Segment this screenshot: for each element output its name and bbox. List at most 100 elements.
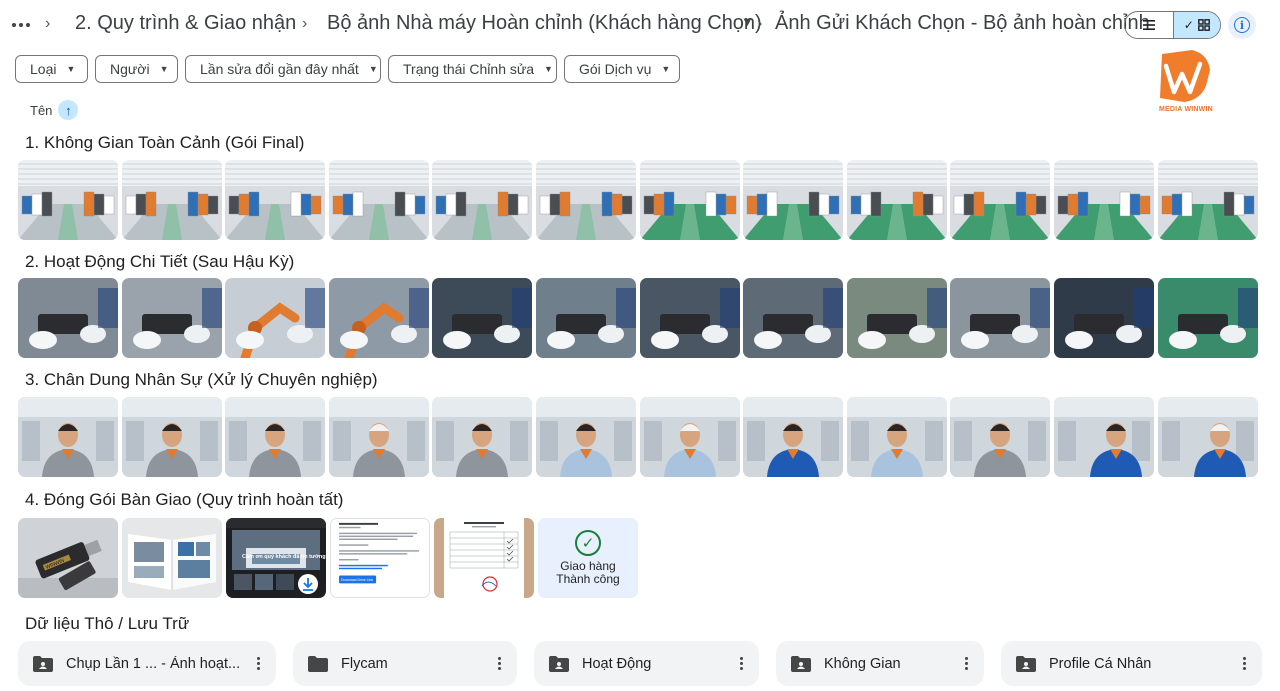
shared-folder-icon <box>791 655 811 672</box>
filter-label: Loại <box>30 61 57 77</box>
panorama-photo[interactable] <box>328 160 429 240</box>
folder-activity[interactable]: Hoạt Động <box>534 641 759 686</box>
sort-control[interactable]: Tên ↑ <box>30 100 79 120</box>
activity-photo[interactable] <box>225 278 326 358</box>
activity-photo[interactable] <box>1157 278 1258 358</box>
activity-photo[interactable] <box>950 278 1051 358</box>
more-vert-icon[interactable] <box>729 655 753 671</box>
filter-type[interactable]: Loại ▼ <box>15 55 88 83</box>
portrait-photo[interactable] <box>225 397 326 477</box>
panorama-photo[interactable] <box>432 160 533 240</box>
filter-label: Gói Dịch vụ <box>579 61 652 77</box>
photobook-thumbnail[interactable] <box>122 518 222 598</box>
panorama-photo[interactable] <box>846 160 947 240</box>
usb-drive-thumbnail[interactable]: WINWIN <box>18 518 118 598</box>
portrait-photo[interactable] <box>639 397 740 477</box>
filter-label: Lần sửa đổi gần đây nhất <box>200 61 359 77</box>
email-document-thumbnail[interactable]: Download Drive Link <box>330 518 430 598</box>
sort-label: Tên <box>30 102 53 118</box>
portrait-photo[interactable] <box>121 397 222 477</box>
activity-photo[interactable] <box>846 278 947 358</box>
activity-photo[interactable] <box>1054 278 1154 358</box>
portrait-photo[interactable] <box>536 397 636 477</box>
activity-photo[interactable] <box>639 278 740 358</box>
info-button[interactable]: i <box>1228 11 1256 39</box>
portrait-photo[interactable] <box>18 397 118 477</box>
portrait-photo[interactable] <box>432 397 533 477</box>
shared-folder-icon <box>33 655 53 672</box>
list-icon <box>1142 20 1155 30</box>
breadcrumb-chevron-icon: › <box>302 15 308 32</box>
section-title-portraits: 3. Chân Dung Nhân Sự (Xử lý Chuyên nghiệ… <box>25 370 378 389</box>
activity-photo[interactable] <box>121 278 222 358</box>
caret-down-icon: ▼ <box>544 64 553 74</box>
filter-modified[interactable]: Lần sửa đổi gần đây nhất ▼ <box>185 55 381 83</box>
portrait-photo[interactable] <box>743 397 844 477</box>
folder-name: Flycam <box>341 655 388 672</box>
portrait-photo[interactable] <box>1157 397 1258 477</box>
activity-photo[interactable] <box>432 278 533 358</box>
panorama-photo[interactable] <box>1054 160 1154 240</box>
folder-icon <box>308 655 328 672</box>
grid-icon <box>1197 19 1210 31</box>
panorama-photo[interactable] <box>1157 160 1258 240</box>
shared-folder-icon <box>549 655 569 672</box>
portrait-photo[interactable] <box>328 397 429 477</box>
winwin-logo-mark <box>1160 50 1210 102</box>
breadcrumb-dropdown-icon[interactable]: ▼ <box>741 14 754 29</box>
panorama-photo[interactable] <box>18 160 118 240</box>
folder-space[interactable]: Không Gian <box>776 641 984 686</box>
brand-logo: MEDIA WINWIN <box>1156 48 1216 118</box>
activity-photo[interactable] <box>328 278 429 358</box>
delivery-success-tile[interactable]: ✓ Giao hàng Thành công <box>538 518 638 598</box>
info-icon: i <box>1234 17 1250 33</box>
panorama-photo[interactable] <box>121 160 222 240</box>
activity-photo[interactable] <box>743 278 844 358</box>
folder-name: Profile Cá Nhân <box>1049 655 1152 672</box>
activity-photo[interactable] <box>18 278 118 358</box>
success-line-2: Thành công <box>556 572 620 586</box>
check-icon: ✓ <box>1183 18 1194 32</box>
folder-shoot-1[interactable]: Chụp Lần 1 ... - Ảnh hoạt... <box>18 641 276 686</box>
shared-folder-icon <box>1016 655 1036 672</box>
sort-ascending-icon[interactable]: ↑ <box>58 100 79 120</box>
caret-down-icon: ▼ <box>66 64 76 74</box>
handover-certificate-thumbnail[interactable] <box>434 518 534 598</box>
more-vert-icon[interactable] <box>487 655 511 671</box>
top-bar: › 2. Quy trình & Giao nhận › Bộ ảnh Nhà … <box>0 0 1280 50</box>
more-vert-icon[interactable] <box>246 655 270 671</box>
breadcrumb-item-factory-set[interactable]: Bộ ảnh Nhà máy Hoàn chỉnh (Khách hàng Ch… <box>327 12 762 35</box>
panorama-photo[interactable] <box>743 160 844 240</box>
breadcrumb-item-current: Ảnh Gửi Khách Chọn - Bộ ảnh hoàn chỉnh <box>775 12 1150 34</box>
filter-label: Trạng thái Chỉnh sửa <box>403 61 535 77</box>
grid-view-button[interactable]: ✓ <box>1172 12 1220 38</box>
phone-thank-you-thumbnail[interactable]: Cảm ơn quý khách đã tin tưởng <box>226 518 326 598</box>
panorama-photo[interactable] <box>950 160 1051 240</box>
panorama-photo[interactable] <box>536 160 636 240</box>
list-view-button[interactable] <box>1125 12 1173 38</box>
caret-down-icon: ▼ <box>368 64 378 74</box>
caret-down-icon: ▼ <box>159 64 169 74</box>
section-title-raw-archive: Dữ liệu Thô / Lưu Trữ <box>25 614 190 633</box>
folder-name: Chụp Lần 1 ... - Ảnh hoạt... <box>66 655 241 672</box>
portrait-photo[interactable] <box>846 397 947 477</box>
more-vert-icon[interactable] <box>954 655 978 671</box>
breadcrumb-item-process[interactable]: 2. Quy trình & Giao nhận <box>75 12 296 35</box>
more-vert-icon[interactable] <box>1232 655 1256 671</box>
check-circle-icon: ✓ <box>575 530 601 556</box>
section-title-delivery: 4. Đóng Gói Bàn Giao (Quy trình hoàn tất… <box>25 490 344 509</box>
folder-profile[interactable]: Profile Cá Nhân <box>1001 641 1262 686</box>
caret-down-icon: ▼ <box>661 64 671 74</box>
folder-flycam[interactable]: Flycam <box>293 641 517 686</box>
panorama-photo[interactable] <box>225 160 326 240</box>
folder-name: Hoạt Động <box>582 655 652 672</box>
filter-service-package[interactable]: Gói Dịch vụ ▼ <box>564 55 680 83</box>
filter-edit-status[interactable]: Trạng thái Chỉnh sửa ▼ <box>388 55 557 83</box>
activity-photo[interactable] <box>536 278 636 358</box>
panorama-photo[interactable] <box>639 160 740 240</box>
filter-people[interactable]: Người ▼ <box>95 55 178 83</box>
logo-text: MEDIA WINWIN <box>1159 106 1213 113</box>
portrait-photo[interactable] <box>950 397 1051 477</box>
portrait-photo[interactable] <box>1054 397 1154 477</box>
more-options-icon[interactable] <box>10 14 32 36</box>
